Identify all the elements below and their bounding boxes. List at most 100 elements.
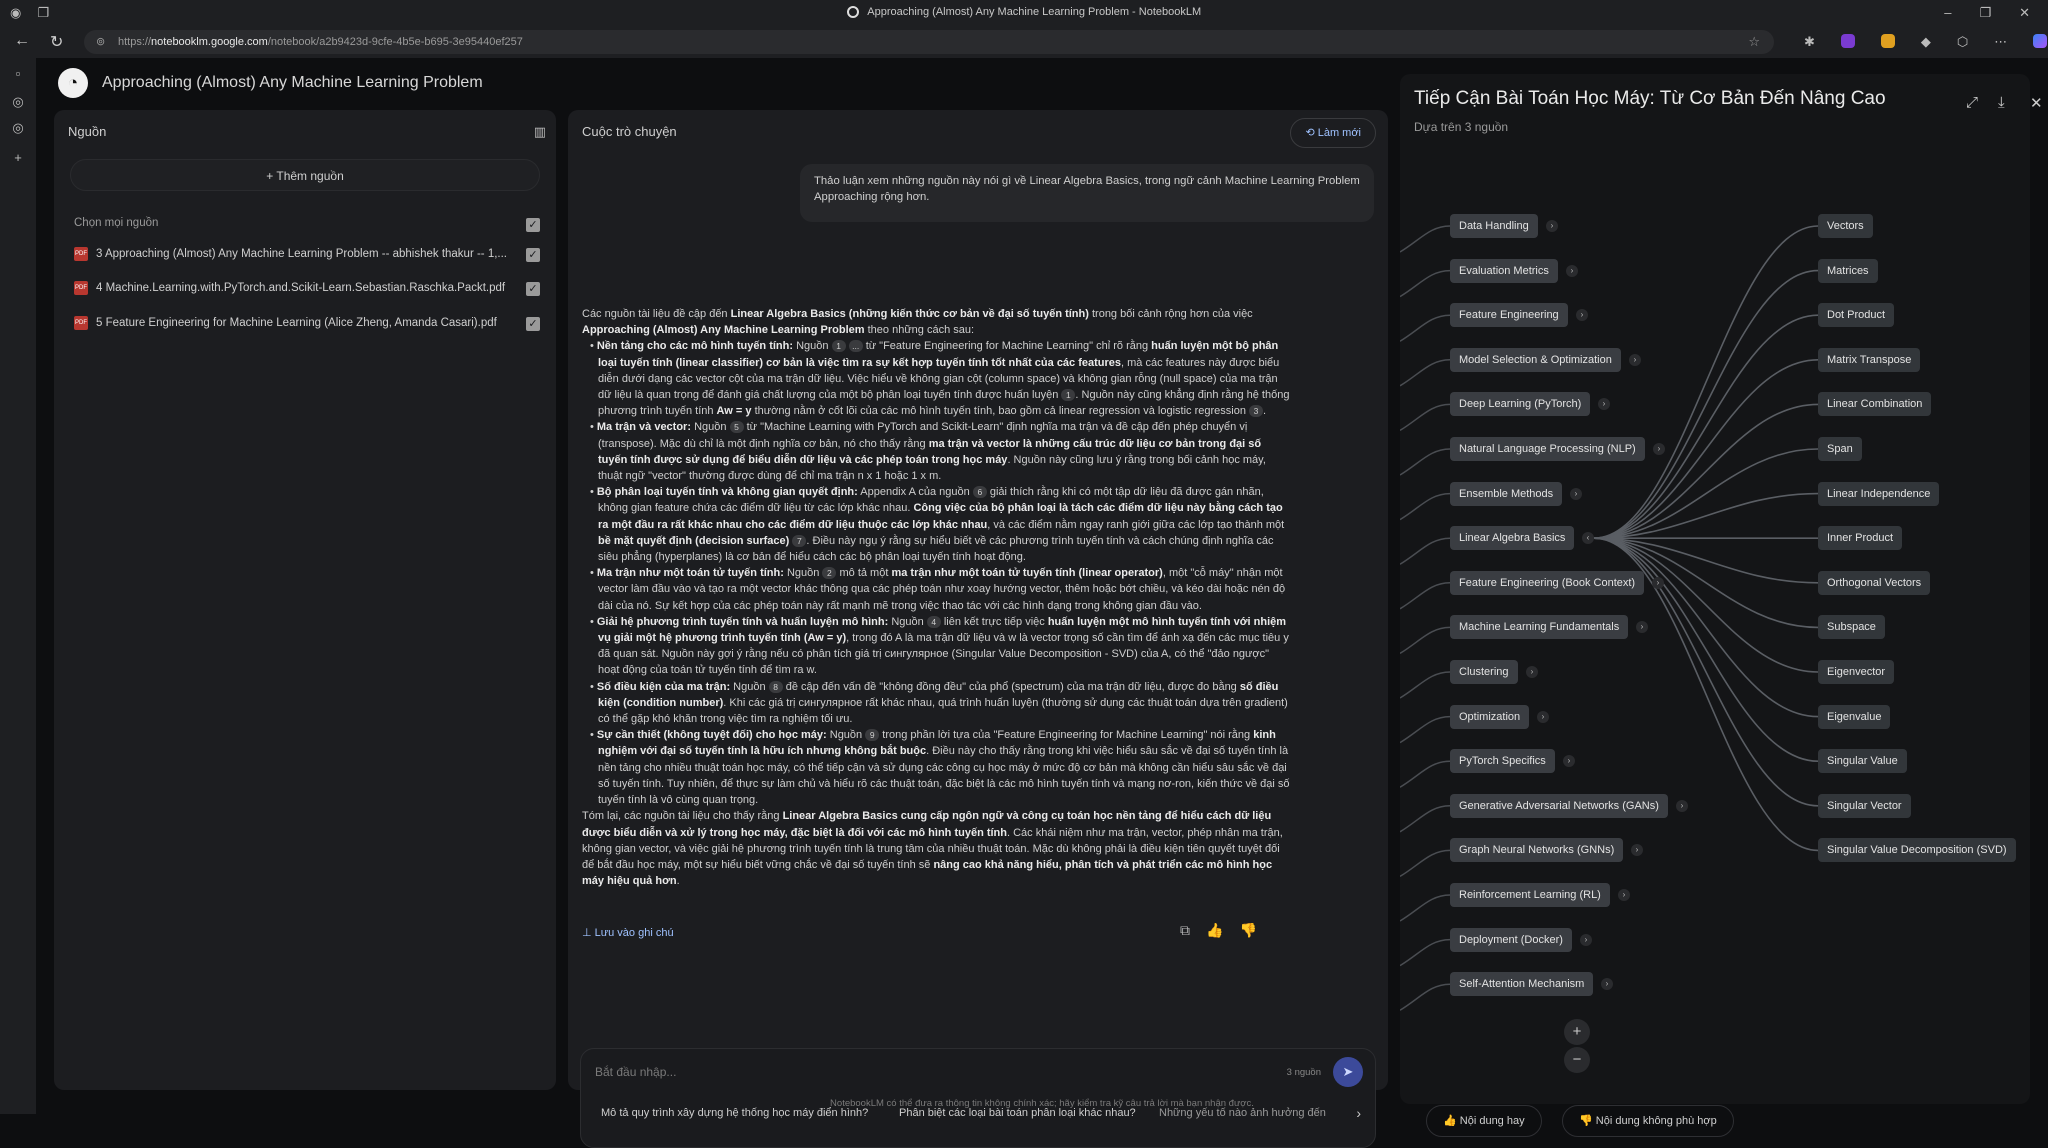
mindmap-child-node[interactable]: Matrices [1818,258,1878,283]
extension-icon[interactable] [1840,34,1855,48]
mindmap-child-node[interactable]: Orthogonal Vectors [1818,570,1931,595]
mindmap-node[interactable]: Natural Language Processing (NLP) [1450,437,1645,461]
citation-chip[interactable]: 8 [768,680,783,693]
expand-node-icon[interactable]: › [1526,666,1538,678]
mindmap-child-node[interactable]: Dot Product [1818,303,1895,328]
citation-chip[interactable]: 5 [729,421,744,434]
reload-icon[interactable]: ↻ [50,32,63,52]
expand-node-icon[interactable]: › [1546,220,1558,232]
menu-dots-icon[interactable]: ⋯ [1994,34,2007,50]
expand-node-icon[interactable]: › [1676,799,1688,812]
collapse-panel-icon[interactable]: ▥ [534,124,546,140]
expand-node-icon[interactable]: › [1580,933,1592,946]
mindmap-node[interactable]: Feature Engineering (Book Context) [1450,570,1645,595]
close-window-icon[interactable]: ✕ [2019,5,2030,21]
mindmap-node[interactable]: Feature Engineering [1450,303,1568,328]
mindmap-node[interactable]: Graph Neural Networks (GNNs) [1450,838,1624,863]
citation-chip[interactable]: 7 [792,534,807,547]
mindmap-child-node[interactable]: Eigenvector [1818,660,1895,684]
source-item[interactable]: PDF 5 Feature Engineering for Machine Lea… [74,316,497,330]
tab-icon[interactable]: ▫ [11,66,25,81]
mindmap-node[interactable]: Clustering [1450,660,1518,684]
thumbs-up-icon[interactable]: 👍 [1206,922,1223,939]
notebooklm-logo-icon[interactable]: ◔ [58,68,88,98]
copy-icon[interactable]: ⧉ [1180,922,1190,939]
expand-node-icon[interactable]: › [1652,576,1664,589]
chat-input[interactable]: Bắt đầu nhập... [595,1065,676,1079]
mindmap-node[interactable]: Ensemble Methods [1450,481,1563,506]
mindmap-child-node[interactable]: Inner Product [1818,526,1903,551]
close-icon[interactable]: ✕ [2030,94,2043,112]
mindmap-node[interactable]: Optimization [1450,704,1530,729]
restore-icon[interactable]: ❐ [1979,5,1991,21]
mindmap-node[interactable]: Reinforcement Learning (RL) [1450,883,1610,907]
copilot-icon[interactable] [2033,34,2048,48]
expand-node-icon[interactable]: › [1618,889,1630,901]
good-content-button[interactable]: 👍 Nội dung hay [1426,1105,1542,1137]
expand-node-icon[interactable]: › [1537,710,1549,723]
mindmap-child-node[interactable]: Subspace [1818,615,1885,640]
site-info-icon[interactable]: ⊚ [96,30,105,54]
source-item[interactable]: PDF 3 Approaching (Almost) Any Machine Le… [74,247,507,261]
mindmap-child-node[interactable]: Eigenvalue [1818,704,1891,729]
save-to-note-button[interactable]: ⊥ Lưu vào ghi chú [582,926,674,939]
address-bar[interactable]: ⊚ https://notebooklm.google.com/notebook… [84,30,1774,54]
add-source-button[interactable]: + Thêm nguồn [70,159,540,191]
notebook-title[interactable]: Approaching (Almost) Any Machine Learnin… [102,74,483,92]
mindmap-node[interactable]: Evaluation Metrics [1450,258,1558,283]
citation-chip[interactable]: 2 [822,567,837,580]
bad-content-button[interactable]: 👎 Nội dung không phù hợp [1562,1105,1734,1137]
source-checkbox[interactable]: ✓ [526,248,540,262]
send-button[interactable]: ➤ [1333,1057,1363,1087]
mindmap-child-node[interactable]: Singular Vector [1818,793,1911,818]
mindmap-node[interactable]: Linear Algebra Basics [1450,526,1575,551]
zoom-out-button[interactable]: − [1564,1047,1590,1073]
mindmap-node[interactable]: Data Handling [1450,214,1538,238]
expand-node-icon[interactable]: › [1566,264,1578,277]
citation-chip[interactable]: 1 [1061,389,1076,402]
extension-icon[interactable] [1880,34,1895,48]
mindmap-node[interactable]: Self-Attention Mechanism [1450,972,1594,997]
mindmap-child-node[interactable]: Singular Value [1818,749,1907,774]
download-icon[interactable]: ⤓ [1998,94,2005,111]
zoom-in-button[interactable]: + [1564,1019,1590,1045]
mindmap-node[interactable]: Generative Adversarial Networks (GANs) [1450,793,1668,818]
citation-chip[interactable]: 9 [865,729,880,742]
mindmap-child-node[interactable]: Linear Independence [1818,481,1940,506]
citation-chip[interactable]: 6 [972,486,987,499]
bookmark-star-icon[interactable]: ☆ [1748,30,1760,54]
expand-icon[interactable]: ⤢ [1966,94,1978,111]
source-checkbox[interactable]: ✓ [526,282,540,296]
mindmap-connector [1400,359,1451,387]
puzzle-icon[interactable]: ⬡ [1957,34,1968,50]
citation-chip[interactable]: 1 [831,340,846,353]
expand-node-icon[interactable]: › [1629,353,1641,366]
source-checkbox[interactable]: ✓ [526,317,540,331]
notebooklm-tab-icon[interactable]: ◎ [11,94,25,109]
mindmap-node[interactable]: Deployment (Docker) [1450,927,1572,952]
minimize-icon[interactable]: – [1944,5,1951,21]
expand-node-icon[interactable]: › [1570,487,1582,500]
mindmap-node[interactable]: PyTorch Specifics [1450,749,1555,774]
citation-chip[interactable]: 3 [1249,405,1264,418]
mindmap-child-node[interactable]: Vectors [1818,214,1873,238]
add-tab-icon[interactable]: + [11,150,25,165]
notebooklm-tab-icon[interactable]: ◎ [11,120,25,135]
mindmap-child-node[interactable]: Linear Combination [1818,392,1932,417]
mindmap-node[interactable]: Model Selection & Optimization [1450,347,1621,372]
back-icon[interactable]: ← [14,32,30,50]
expand-node-icon[interactable]: › [1653,443,1665,455]
mindmap-node[interactable]: Machine Learning Fundamentals [1450,615,1629,640]
mindmap-child-node[interactable]: Matrix Transpose [1818,347,1921,372]
source-item[interactable]: PDF 4 Machine.Learning.with.PyTorch.and.S… [74,281,505,295]
extension-icon[interactable]: ✱ [1804,34,1815,50]
mindmap-node[interactable]: Deep Learning (PyTorch) [1450,392,1591,417]
mindmap-child-node[interactable]: Singular Value Decomposition (SVD) [1818,838,2016,863]
citation-chip[interactable]: 4 [926,615,941,628]
mindmap-child-node[interactable]: Span [1818,437,1862,461]
select-all-checkbox[interactable]: ✓ [526,218,540,232]
extension-icon[interactable]: ◆ [1921,34,1931,50]
citation-chip[interactable]: ... [848,340,863,353]
refresh-button[interactable]: ⟲ Làm mới [1290,118,1376,148]
thumbs-down-icon[interactable]: 👎 [1239,922,1256,939]
